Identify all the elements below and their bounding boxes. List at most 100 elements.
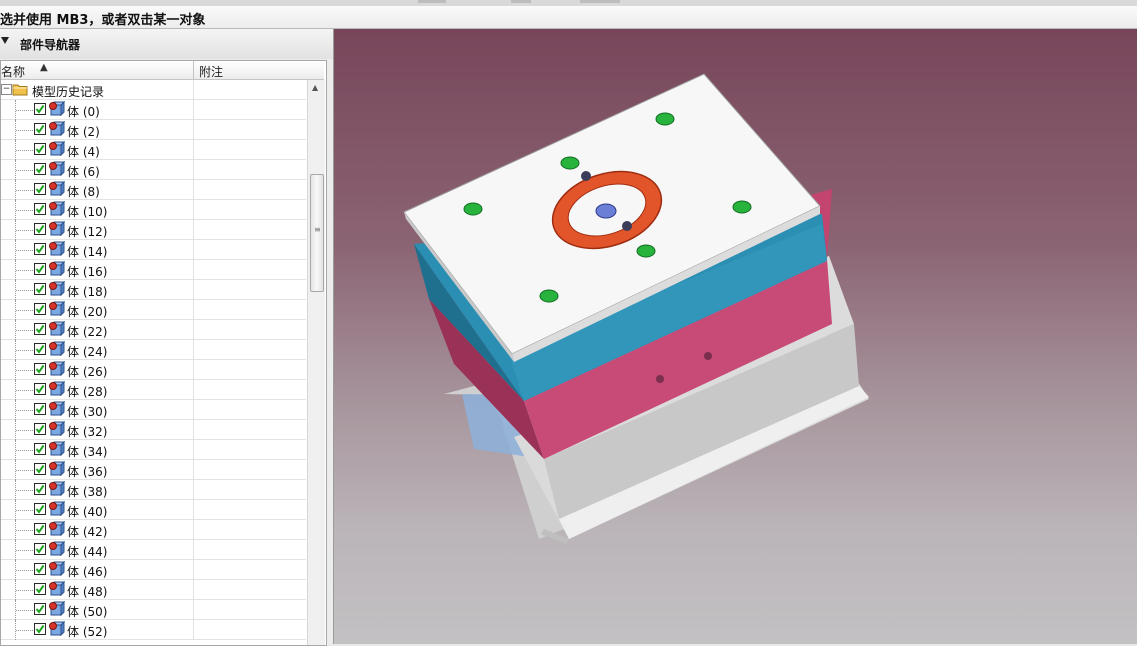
visibility-checkbox[interactable] [34,403,46,415]
tree-node-body[interactable]: 体 (16) [1,260,306,280]
tree-connector [16,550,33,552]
visibility-checkbox[interactable] [34,343,46,355]
tree-connector [16,470,33,472]
tree-node-body[interactable]: 体 (42) [1,520,306,540]
navigator-tree[interactable]: 名称 ▲ 附注 − 模型历史记录 体 (0) 体 (2) 体 (4) 体 (6) 体 (… [0,60,327,646]
column-divider[interactable] [193,61,194,79]
tree-node-body[interactable]: 体 (4) [1,140,306,160]
status-bar: 选并使用 MB3，或者双击某一对象 [0,6,1137,29]
tree-node-body[interactable]: 体 (38) [1,480,306,500]
tree-node-label: 体 (30) [67,405,108,419]
visibility-checkbox[interactable] [34,143,46,155]
column-separator [193,160,194,180]
solid-body-icon [49,621,65,637]
visibility-checkbox[interactable] [34,223,46,235]
tree-node-label: 体 (34) [67,445,108,459]
tree-node-body[interactable]: 体 (20) [1,300,306,320]
visibility-checkbox[interactable] [34,443,46,455]
tree-node-body[interactable]: 体 (28) [1,380,306,400]
part-navigator-header: 部件导航器 [0,29,333,59]
tree-node-body[interactable]: 体 (24) [1,340,306,360]
tree-node-body[interactable]: 体 (12) [1,220,306,240]
tree-node-body[interactable]: 体 (48) [1,580,306,600]
visibility-checkbox[interactable] [34,503,46,515]
ring-screw [622,221,632,231]
pin-icon[interactable] [0,36,10,49]
collapse-icon[interactable]: − [1,84,12,95]
visibility-checkbox[interactable] [34,283,46,295]
tree-node-body[interactable]: 体 (36) [1,460,306,480]
tree-connector [16,150,33,152]
tree-node-label: 体 (20) [67,305,108,319]
sprue-bushing [595,203,617,219]
tree-node-body[interactable]: 体 (50) [1,600,306,620]
tree-node-body[interactable]: 体 (34) [1,440,306,460]
solid-body-icon [49,461,65,477]
column-separator [193,420,194,440]
visibility-checkbox[interactable] [34,323,46,335]
visibility-checkbox[interactable] [34,263,46,275]
tree-node-body[interactable]: 体 (10) [1,200,306,220]
solid-body-icon [49,181,65,197]
tree-node-body[interactable]: 体 (46) [1,560,306,580]
solid-body-icon [49,601,65,617]
solid-body-icon [49,581,65,597]
visibility-checkbox[interactable] [34,183,46,195]
column-separator [193,540,194,560]
visibility-checkbox[interactable] [34,423,46,435]
tree-node-body[interactable]: 体 (44) [1,540,306,560]
visibility-checkbox[interactable] [34,103,46,115]
visibility-checkbox[interactable] [34,583,46,595]
tree-node-body[interactable]: 体 (6) [1,160,306,180]
visibility-checkbox[interactable] [34,363,46,375]
visibility-checkbox[interactable] [34,543,46,555]
column-header-note[interactable]: 附注 [199,63,223,80]
visibility-checkbox[interactable] [34,163,46,175]
visibility-checkbox[interactable] [34,123,46,135]
status-message: 选并使用 MB3，或者双击某一对象 [0,13,206,28]
visibility-checkbox[interactable] [34,383,46,395]
tree-node-body[interactable]: 体 (0) [1,100,306,120]
toolbar-fragment [511,0,531,3]
visibility-checkbox[interactable] [34,463,46,475]
tree-node-body[interactable]: 体 (32) [1,420,306,440]
tree-connector [16,430,33,432]
tree-node-label: 模型历史记录 [32,85,105,99]
guide-pin [732,200,752,214]
sort-ascending-icon[interactable]: ▲ [40,62,48,73]
visibility-checkbox[interactable] [34,563,46,575]
solid-body-icon [49,561,65,577]
visibility-checkbox[interactable] [34,303,46,315]
tree-node-body[interactable]: 体 (40) [1,500,306,520]
column-header-name[interactable]: 名称 [1,63,25,80]
visibility-checkbox[interactable] [34,523,46,535]
column-separator [193,120,194,140]
tree-node-body[interactable]: 体 (14) [1,240,306,260]
visibility-checkbox[interactable] [34,623,46,635]
tree-node-model-history[interactable]: − 模型历史记录 [1,80,306,100]
tree-node-body[interactable]: 体 (8) [1,180,306,200]
visibility-checkbox[interactable] [34,243,46,255]
tree-node-body[interactable]: 体 (30) [1,400,306,420]
tree-node-body[interactable]: 体 (2) [1,120,306,140]
visibility-checkbox[interactable] [34,203,46,215]
scroll-up-arrow-icon[interactable]: ▲ [312,83,318,92]
visibility-checkbox[interactable] [34,603,46,615]
column-header-row: 名称 ▲ 附注 [1,61,324,80]
column-separator [193,180,194,200]
tree-node-body[interactable]: 体 (18) [1,280,306,300]
solid-body-icon [49,401,65,417]
visibility-checkbox[interactable] [34,483,46,495]
tree-connector [16,110,33,112]
vertical-scrollbar[interactable]: ▲ ≡ [307,80,325,645]
column-separator [193,480,194,500]
tree-node-body[interactable]: 体 (26) [1,360,306,380]
tree-node-body[interactable]: 体 (22) [1,320,306,340]
mold-assembly-model[interactable] [334,29,1137,644]
graphics-viewport[interactable] [334,29,1137,644]
tree-node-body[interactable]: 体 (52) [1,620,306,640]
solid-body-icon [49,361,65,377]
scrollbar-thumb[interactable]: ≡ [310,174,324,292]
solid-body-icon [49,141,65,157]
tree-node-label: 体 (6) [67,165,100,179]
